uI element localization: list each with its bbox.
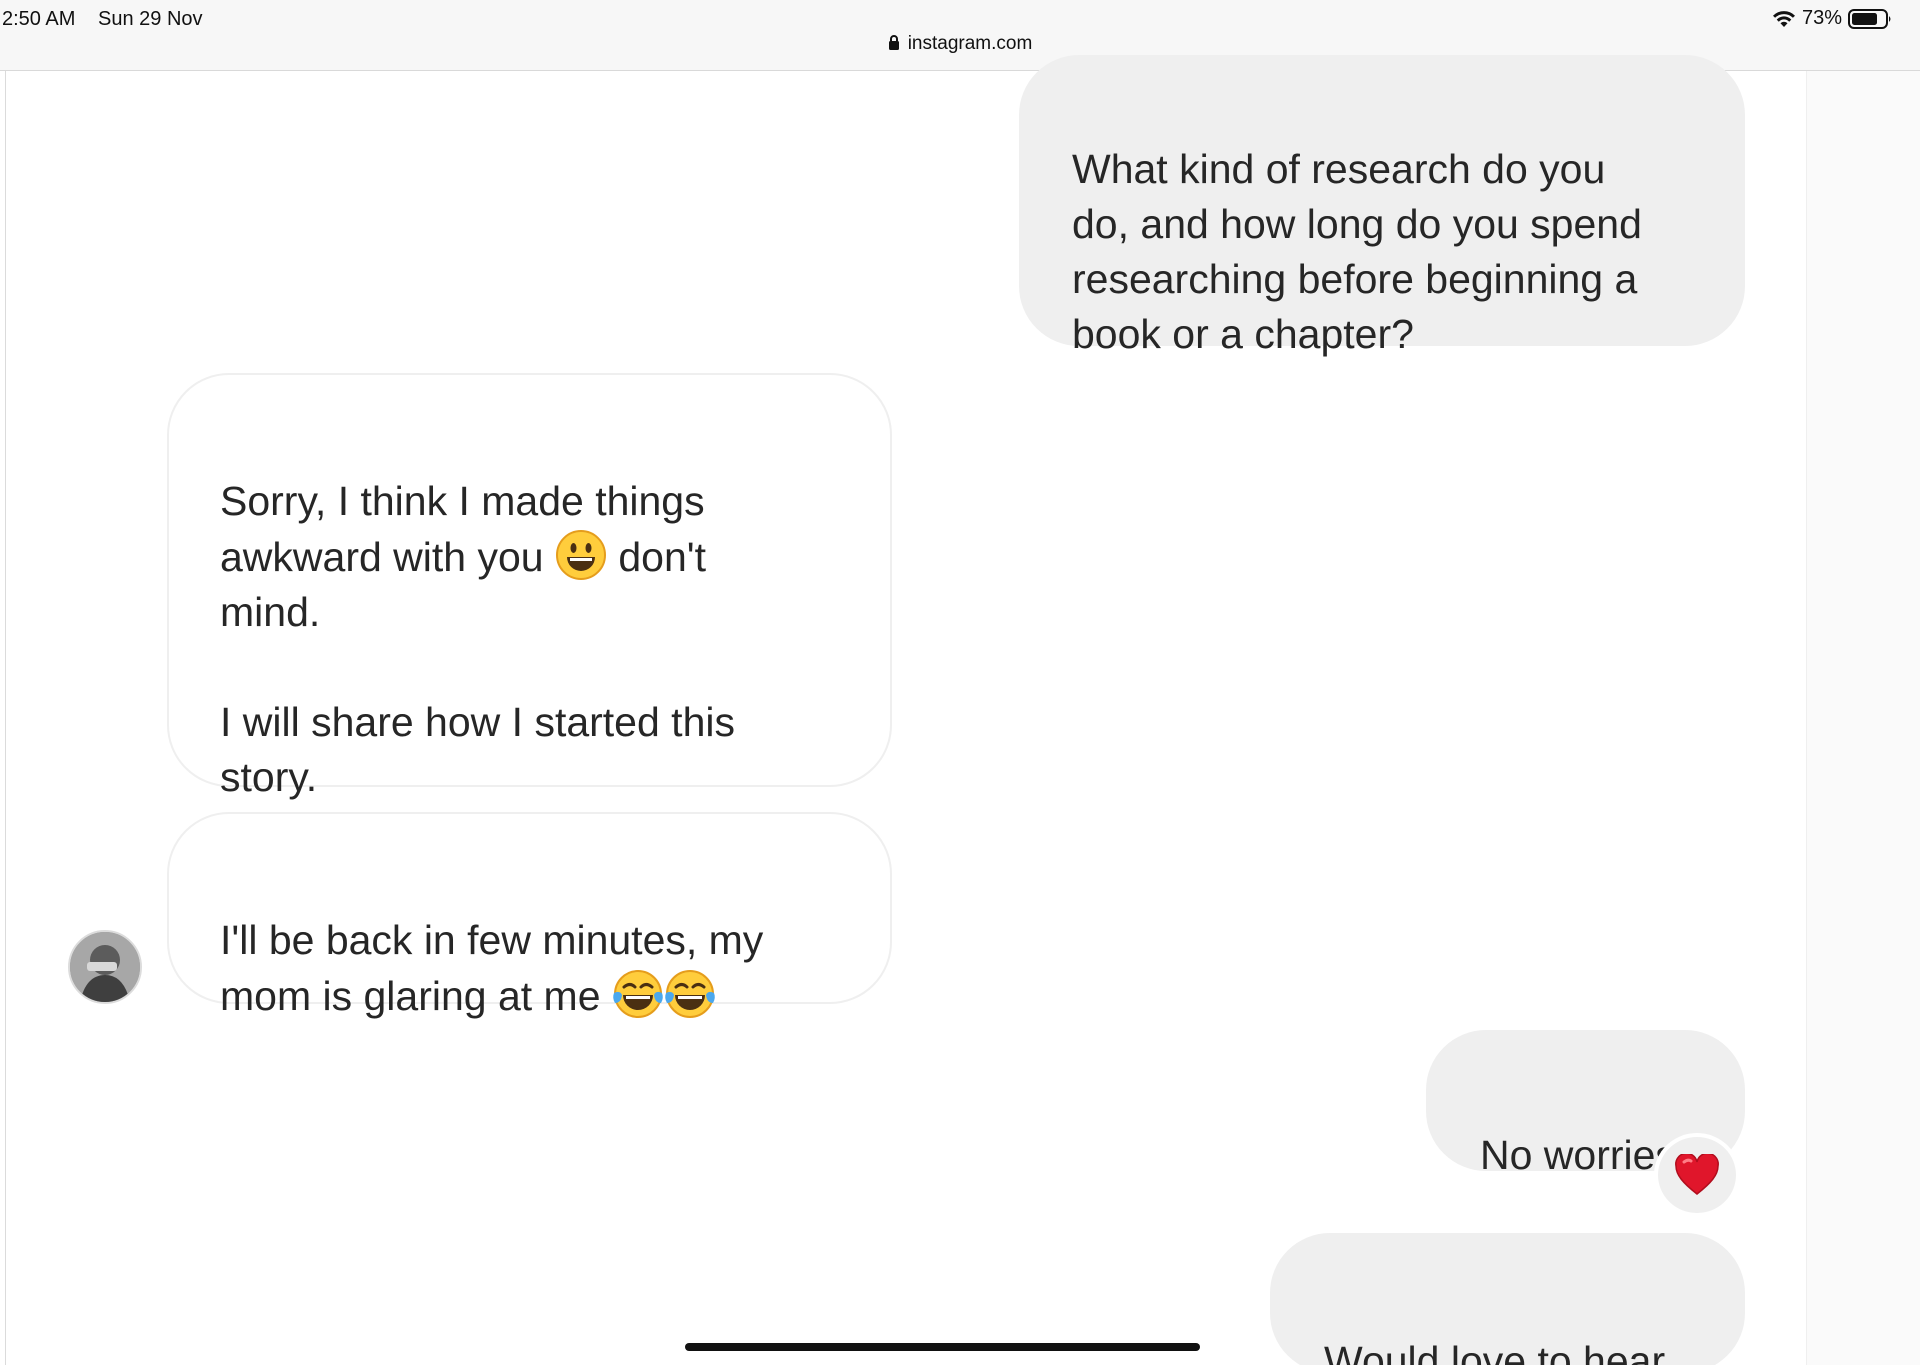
instagram-dm-page: 2:50 AM Sun 29 Nov 73% instagram.com Wha… [0,0,1920,1365]
url-text: instagram.com [907,33,1033,54]
chat-left-divider [0,71,6,1365]
message-text: No worries [1480,1132,1676,1178]
face-with-tears-of-joy-icon [613,970,663,1018]
wifi-icon [1772,10,1795,27]
message-text: Would love to hear [1324,1338,1666,1365]
red-heart-icon [1675,1154,1719,1195]
status-right-icons: 73% [1772,7,1892,30]
status-date: Sun 29 Nov [98,8,203,30]
sent-message-bubble[interactable]: What kind of research do you do, and how… [1019,55,1745,357]
grinning-face-emoji-icon [555,530,606,580]
battery-percent: 73% [1801,7,1842,29]
face-with-tears-of-joy-icon [665,970,715,1018]
home-indicator[interactable] [685,1343,1200,1351]
message-reaction[interactable] [1654,1133,1740,1217]
chat-right-gutter [1806,71,1920,1365]
received-message-bubble[interactable]: I'll be back in few minutes, my mom is g… [167,812,892,1019]
received-message-bubble[interactable]: Sorry, I think I made things awkward wit… [167,373,892,800]
status-time: 2:50 AM [2,8,76,30]
lock-icon [888,35,899,50]
sent-message-bubble[interactable]: Would love to hear [1270,1233,1745,1365]
message-text: What kind of research do you do, and how… [1072,146,1642,357]
address-bar[interactable]: instagram.com [0,33,1920,55]
profile-photo-icon [70,932,140,1002]
sender-avatar[interactable] [68,930,142,1004]
battery-icon [1848,8,1891,29]
